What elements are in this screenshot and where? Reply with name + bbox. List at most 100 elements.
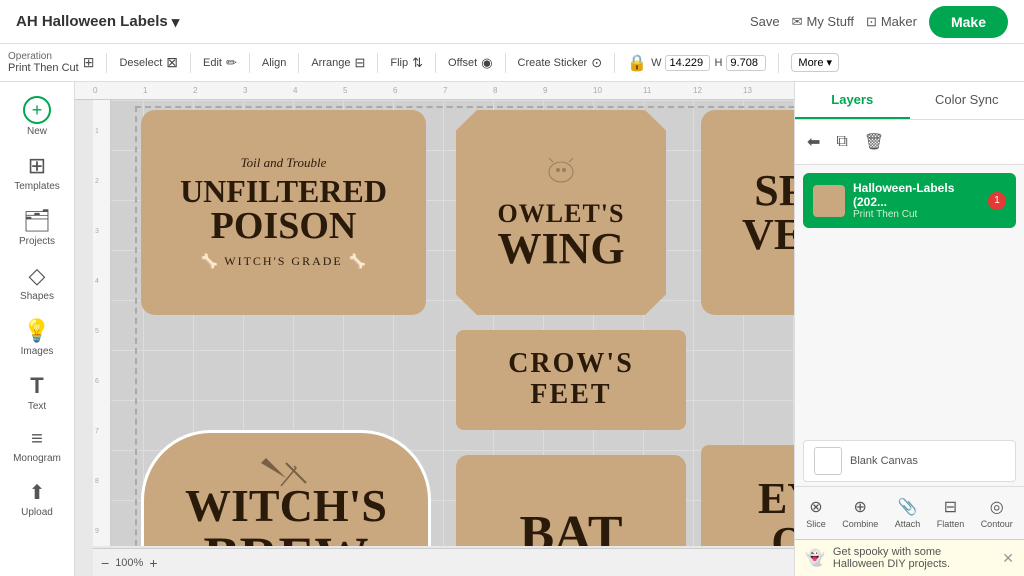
top-nav: AH Halloween Labels ▾ Save ✉ My Stuff ⊡ … bbox=[0, 0, 1024, 44]
maker-link[interactable]: ⊡ Maker bbox=[866, 14, 917, 30]
canvas-area[interactable]: 0 1 2 3 4 5 6 7 8 9 10 11 12 13 1 2 3 4 … bbox=[75, 82, 794, 576]
toolbar-size-group: 🔒 W H bbox=[627, 53, 766, 73]
eye-line2: O bbox=[771, 521, 794, 547]
layer-badge: 1 bbox=[988, 192, 1006, 210]
monogram-icon: ≡ bbox=[31, 428, 43, 451]
sidebar-item-monogram-label: Monogram bbox=[13, 453, 61, 464]
arrange-label: Arrange bbox=[311, 57, 350, 69]
sep8 bbox=[614, 53, 615, 73]
toolbar-flip-group[interactable]: Flip ⇅ bbox=[390, 55, 423, 71]
right-panel: Layers Color Sync ⬅ ⧉ 🗑 Halloween-Labels… bbox=[794, 82, 1024, 576]
height-input[interactable] bbox=[726, 55, 766, 71]
panel-delete-button[interactable]: 🗑 bbox=[860, 128, 888, 156]
flatten-label: Flatten bbox=[937, 519, 965, 529]
height-label: H bbox=[714, 57, 722, 69]
panel-tabs: Layers Color Sync bbox=[795, 82, 1024, 120]
zoom-out-button[interactable]: − bbox=[101, 555, 109, 571]
witchs-brew-label[interactable]: WITCH'S BREW bbox=[141, 430, 431, 546]
panel-copy-button[interactable]: ⧉ bbox=[832, 128, 851, 156]
sidebar-item-images-label: Images bbox=[21, 346, 54, 357]
toolbar-arrange-group[interactable]: Arrange ⊟ bbox=[311, 55, 365, 71]
tab-color-sync[interactable]: Color Sync bbox=[910, 82, 1024, 119]
ghost-icon: 👻 bbox=[805, 548, 825, 568]
spiders-line1: SPI bbox=[754, 169, 794, 213]
sep5 bbox=[377, 53, 378, 73]
toolbar: Operation Print Then Cut ⊞ Deselect ⊠ Ed… bbox=[0, 44, 1024, 82]
more-button[interactable]: More ▾ bbox=[791, 53, 839, 72]
promo-close-button[interactable]: ✕ bbox=[1002, 550, 1014, 567]
flip-icon: ⇅ bbox=[412, 55, 423, 71]
layer-sub: Print Then Cut bbox=[853, 209, 980, 220]
eye-label[interactable]: EY O NE bbox=[701, 445, 794, 546]
panel-back-button[interactable]: ⬅ bbox=[803, 128, 824, 156]
width-label: W bbox=[651, 57, 661, 69]
sidebar-item-templates[interactable]: ⊞ Templates bbox=[5, 147, 70, 198]
spiders-venom-label[interactable]: SPI VEN bbox=[701, 110, 794, 315]
tab-layers[interactable]: Layers bbox=[795, 82, 910, 119]
width-input[interactable] bbox=[665, 55, 710, 71]
my-stuff-link[interactable]: ✉ My Stuff bbox=[792, 14, 854, 30]
sidebar-item-monogram[interactable]: ≡ Monogram bbox=[5, 422, 70, 470]
sidebar-item-shapes[interactable]: ◇ Shapes bbox=[5, 257, 70, 308]
crows-feet-label[interactable]: CROW'S FEET bbox=[456, 330, 686, 430]
edit-label: Edit bbox=[203, 57, 222, 69]
save-link[interactable]: Save bbox=[750, 14, 780, 29]
toolbar-align-group[interactable]: Align bbox=[262, 57, 286, 69]
ruler-horizontal: 0 1 2 3 4 5 6 7 8 9 10 11 12 13 bbox=[75, 82, 794, 100]
layers-space bbox=[795, 236, 1024, 436]
unfiltered-line3: POISON bbox=[211, 207, 357, 245]
sidebar-item-text[interactable]: T Text bbox=[5, 367, 70, 418]
blank-canvas-thumb bbox=[814, 447, 842, 475]
unfiltered-line2: UNFILTERED bbox=[180, 175, 387, 207]
canvas-inner[interactable]: 1 2 3 4 5 6 7 8 9 Toil and Trouble UNFIL… bbox=[93, 100, 794, 546]
bat-label[interactable]: BAT - - - - - - - bbox=[456, 455, 686, 546]
offset-label: Offset bbox=[448, 57, 477, 69]
align-label: Align bbox=[262, 57, 286, 69]
text-icon: T bbox=[30, 373, 43, 399]
operation-selector[interactable]: Operation Print Then Cut bbox=[8, 51, 79, 74]
toolbar-sticker-group[interactable]: Create Sticker ⊙ bbox=[518, 55, 603, 71]
zoom-in-button[interactable]: + bbox=[149, 555, 157, 571]
spiders-line2: VEN bbox=[742, 213, 794, 257]
sidebar-item-upload[interactable]: ⬆ Upload bbox=[5, 474, 70, 524]
owlets-decoration bbox=[531, 154, 591, 197]
left-sidebar: + New ⊞ Templates 🗂 Projects ◇ Shapes 💡 … bbox=[0, 82, 75, 576]
templates-icon: ⊞ bbox=[28, 153, 46, 179]
toolbar-offset-group[interactable]: Offset ◉ bbox=[448, 55, 493, 71]
unfiltered-poison-label[interactable]: Toil and Trouble UNFILTERED POISON 🦴 WIT… bbox=[141, 110, 426, 315]
offset-icon: ◉ bbox=[481, 55, 492, 71]
canvas-content[interactable]: Toil and Trouble UNFILTERED POISON 🦴 WIT… bbox=[111, 100, 794, 546]
attach-tool[interactable]: 📎 Attach bbox=[889, 493, 927, 533]
zoom-bar: − 100% + bbox=[93, 548, 794, 576]
crows-line2: FEET bbox=[530, 380, 611, 411]
sidebar-item-projects[interactable]: 🗂 Projects bbox=[5, 202, 70, 253]
brew-line1: WITCH'S bbox=[185, 483, 387, 529]
sidebar-item-images[interactable]: 💡 Images bbox=[5, 312, 70, 363]
layer-thumbnail bbox=[813, 185, 845, 217]
attach-label: Attach bbox=[895, 519, 921, 529]
toolbar-deselect-group[interactable]: Deselect ⊠ bbox=[119, 54, 178, 71]
sidebar-item-shapes-label: Shapes bbox=[20, 291, 54, 302]
owlets-wing-label[interactable]: OWLET'S WING bbox=[456, 110, 666, 315]
make-button[interactable]: Make bbox=[929, 6, 1008, 38]
layer-info: Halloween-Labels (202... Print Then Cut bbox=[853, 181, 980, 220]
layer-item[interactable]: Halloween-Labels (202... Print Then Cut … bbox=[803, 173, 1016, 228]
panel-toolbar: ⬅ ⧉ 🗑 bbox=[795, 120, 1024, 165]
combine-tool[interactable]: ⊕ Combine bbox=[836, 493, 884, 533]
contour-tool[interactable]: ◎ Contour bbox=[975, 493, 1019, 533]
sep6 bbox=[435, 53, 436, 73]
flatten-tool[interactable]: ⊟ Flatten bbox=[931, 493, 971, 533]
project-title[interactable]: AH Halloween Labels ▾ bbox=[16, 13, 179, 31]
blank-canvas-row[interactable]: Blank Canvas bbox=[803, 440, 1016, 482]
deselect-icon: ⊠ bbox=[166, 54, 178, 71]
slice-label: Slice bbox=[806, 519, 826, 529]
sidebar-item-new[interactable]: + New bbox=[5, 90, 70, 143]
sidebar-item-templates-label: Templates bbox=[14, 181, 60, 192]
brew-line2: BREW bbox=[203, 529, 368, 547]
toolbar-edit-group[interactable]: Edit ✏ bbox=[203, 55, 237, 71]
contour-icon: ◎ bbox=[990, 497, 1004, 517]
sticker-icon: ⊙ bbox=[591, 55, 602, 71]
operation-icon: ⊞ bbox=[83, 54, 95, 71]
zoom-value: 100% bbox=[115, 557, 143, 569]
slice-tool[interactable]: ⊗ Slice bbox=[800, 493, 832, 533]
